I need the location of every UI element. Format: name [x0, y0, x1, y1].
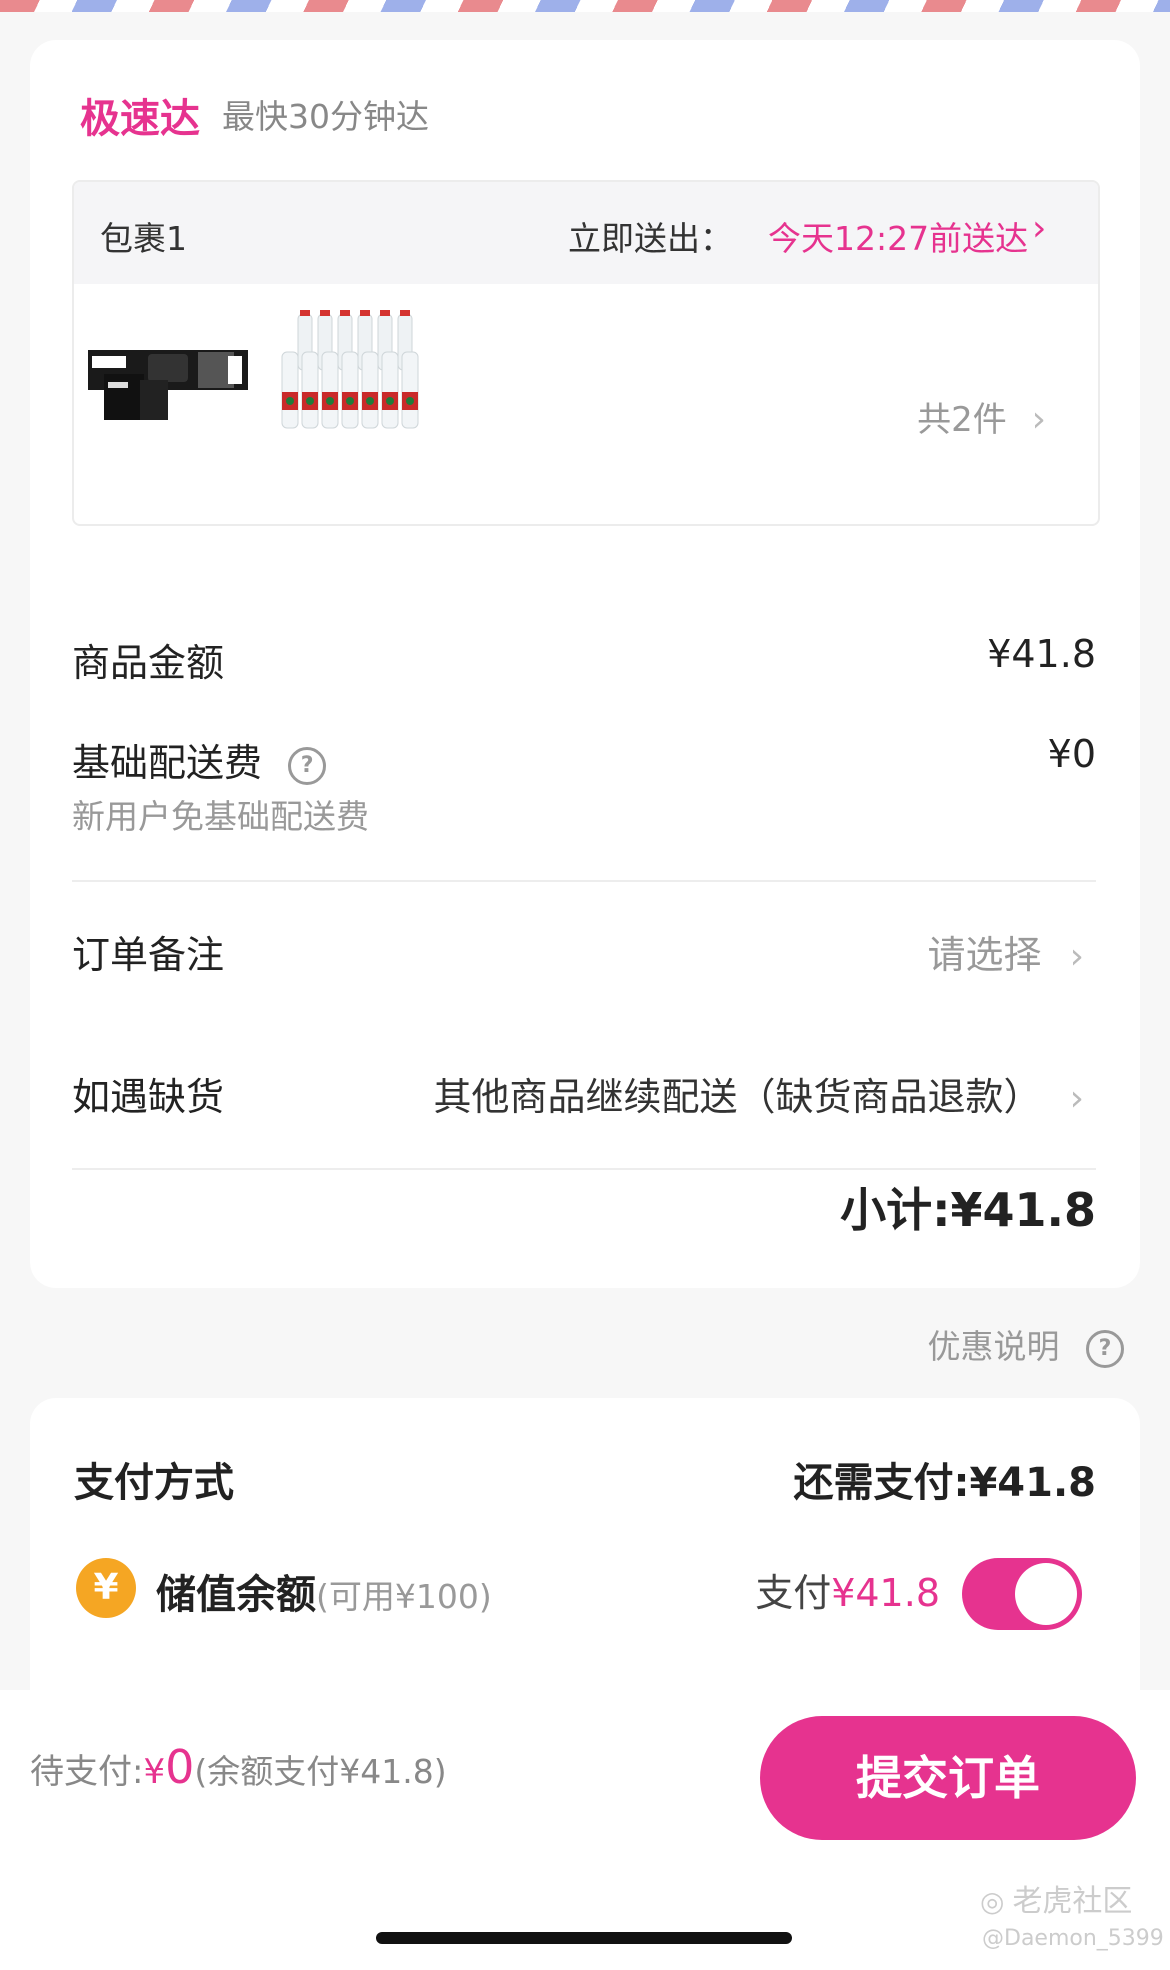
divider	[72, 1168, 1096, 1170]
product-image-water[interactable]	[278, 308, 426, 436]
delivery-fee-label-text: 基础配送费	[72, 741, 263, 785]
package-box[interactable]: 包裹1 立即送出： 今天12:27前送达 › 共2件 ›	[72, 180, 1100, 526]
stored-balance: 储值余额(可用¥100)	[156, 1562, 492, 1620]
home-indicator[interactable]	[376, 1932, 792, 1944]
balance-pay-amount: 支付¥41.8	[755, 1562, 940, 1617]
order-remark-label: 订单备注	[72, 933, 225, 977]
stored-balance-available: (可用¥100)	[316, 1577, 492, 1616]
envelope-stripe-border	[0, 0, 1170, 12]
goods-amount-label: 商品金额	[72, 641, 225, 685]
delivery-fee-note: 新用户免基础配送费	[72, 797, 369, 836]
watermark-brand: ◎ 老虎社区	[980, 1876, 1132, 1920]
package-header[interactable]: 包裹1 立即送出： 今天12:27前送达 ›	[74, 182, 1098, 284]
pay-amount: ¥41.8	[831, 1571, 940, 1615]
submit-order-button[interactable]: 提交订单	[760, 1716, 1136, 1840]
order-card: 极速达 最快30分钟达 包裹1 立即送出： 今天12:27前送达 › 共2件 ›…	[30, 40, 1140, 1288]
subtotal: 小计:¥41.8	[840, 1183, 1096, 1237]
item-count-label: 共2件	[917, 400, 1007, 440]
watermark-user: @Daemon_5399	[982, 1926, 1164, 1951]
divider	[72, 880, 1096, 882]
package-label: 包裹1	[100, 219, 187, 258]
payment-card: 支付方式 还需支付:¥41.8 ¥ 储值余额(可用¥100) 支付¥41.8	[30, 1398, 1140, 1718]
stockout-label: 如遇缺货	[72, 1075, 225, 1119]
pending-amount: 0	[165, 1740, 195, 1794]
tissue-pack-image	[88, 350, 248, 420]
balance-toggle[interactable]	[962, 1558, 1082, 1630]
watermark-brand-text: 老虎社区	[1012, 1884, 1133, 1919]
pay-prefix: 支付	[755, 1571, 832, 1615]
payment-remaining: 还需支付:¥41.8	[793, 1460, 1096, 1506]
dispatch-label: 立即送出：	[568, 219, 733, 258]
balance-pay-note: (余额支付¥41.8)	[194, 1752, 447, 1791]
pending-label: 待支付:	[30, 1752, 144, 1792]
pending-currency: ¥	[143, 1752, 166, 1792]
water-bottles-image	[281, 310, 419, 429]
delivery-fee-label: 基础配送费 ?	[72, 732, 327, 787]
toggle-knob	[1015, 1563, 1077, 1625]
dispatch-time[interactable]: 今天12:27前送达	[768, 212, 1028, 260]
yen-coin-icon: ¥	[76, 1558, 136, 1618]
order-remark-value: 请选择	[927, 933, 1042, 977]
stockout-value: 其他商品继续配送（缺货商品退款）	[433, 1075, 1042, 1119]
help-icon: ?	[1086, 1329, 1124, 1368]
order-remark-selector[interactable]: 请选择 ›	[927, 924, 1084, 979]
watermark-logo-icon: ◎	[980, 1885, 1005, 1918]
express-delivery-subtitle: 最快30分钟达	[222, 97, 429, 136]
express-delivery-title: 极速达	[80, 96, 200, 142]
stored-balance-label: 储值余额	[156, 1572, 316, 1618]
stockout-selector[interactable]: 其他商品继续配送（缺货商品退款） ›	[433, 1066, 1084, 1121]
payment-method-title: 支付方式	[74, 1460, 234, 1506]
delivery-fee-value: ¥0	[1047, 732, 1096, 776]
chevron-right-icon: ›	[1069, 936, 1084, 977]
product-image-tissue[interactable]	[88, 330, 248, 430]
help-icon[interactable]: ?	[288, 746, 327, 785]
chevron-right-icon: ›	[1032, 208, 1047, 249]
chevron-right-icon: ›	[1069, 1078, 1084, 1119]
promo-note[interactable]: 优惠说明 ?	[927, 1320, 1124, 1368]
pending-payment: 待支付:¥0(余额支付¥41.8)	[30, 1740, 447, 1794]
promo-note-label: 优惠说明	[927, 1327, 1060, 1366]
chevron-right-icon: ›	[1031, 399, 1046, 440]
goods-amount-value: ¥41.8	[987, 632, 1096, 676]
item-count[interactable]: 共2件 ›	[917, 392, 1046, 441]
